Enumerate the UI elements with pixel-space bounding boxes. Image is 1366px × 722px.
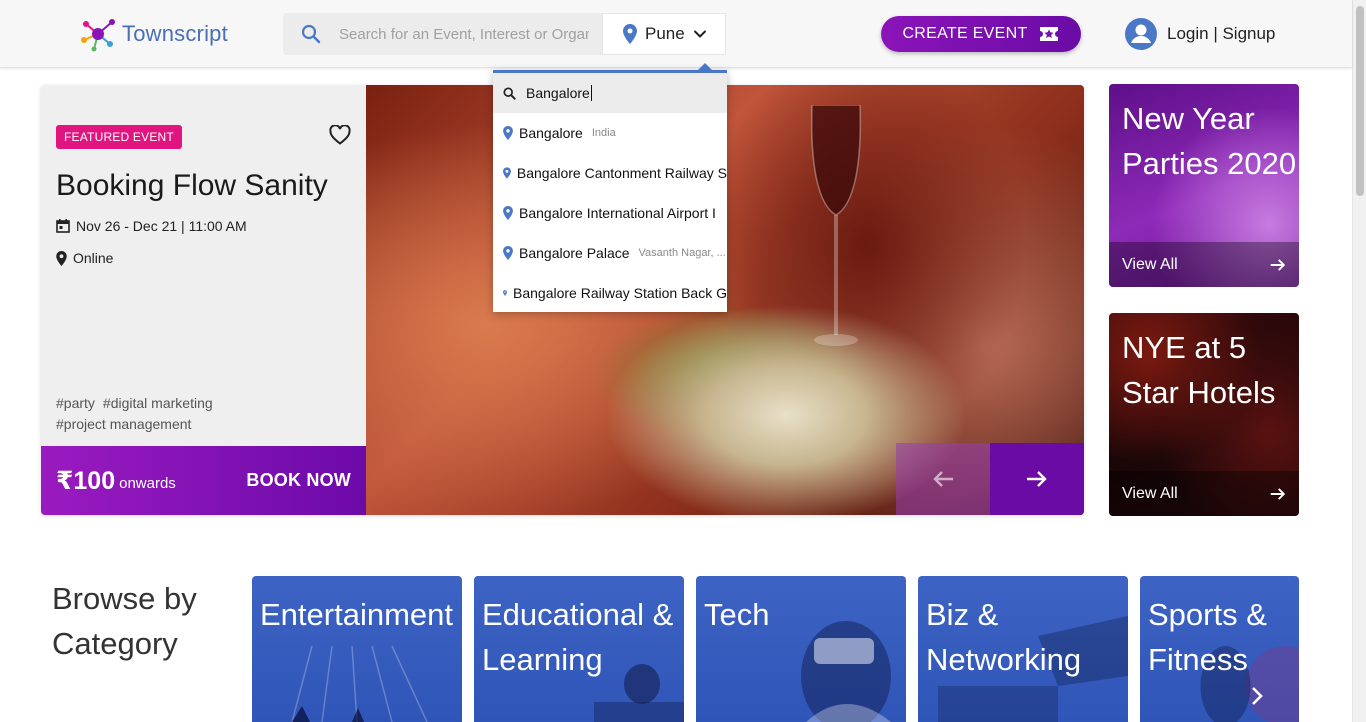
city-option-name: Bangalore Cantonment Railway S [516,165,727,181]
event-price: ₹100 [56,466,116,495]
featured-event-info: FEATURED EVENT Booking Flow Sanity Nov 2… [41,85,366,515]
login-signup-link[interactable]: Login | Signup [1125,18,1275,50]
scrollbar-thumb[interactable] [1356,6,1364,196]
city-option-name: Bangalore International Airport I [519,205,716,221]
search-icon [283,24,339,44]
logo-icon [81,19,115,52]
location-pin-icon [503,206,513,220]
carousel-next-button[interactable] [990,443,1084,515]
city-option-name: Bangalore Palace [519,245,630,261]
townscript-logo[interactable]: Townscript [80,16,228,52]
city-option[interactable]: Bangalore India [493,113,727,153]
view-all-label: View All [1122,484,1178,502]
carousel-prev-button[interactable] [896,443,990,515]
featured-badge: FEATURED EVENT [56,125,182,149]
event-tag[interactable]: #party [56,395,95,411]
calendar-icon [56,219,70,233]
city-select[interactable]: Pune [602,13,726,55]
book-now-button[interactable]: BOOK NOW [246,470,351,491]
event-tag[interactable]: #project management [56,416,191,432]
chevron-right-icon[interactable] [1250,686,1264,706]
city-search-input[interactable]: Bangalore [526,85,592,101]
category-label: Biz & Networking [926,597,1082,677]
event-location: Online [56,250,113,266]
category-sports-fitness[interactable]: Sports & Fitness [1140,576,1299,722]
event-date-text: Nov 26 - Dec 21 | 11:00 AM [76,218,247,234]
arrow-right-icon [1270,258,1286,271]
event-search-box [283,13,602,55]
promo-title: NYE at 5 Star Hotels [1122,330,1276,410]
promo-nye-hotels[interactable]: NYE at 5 Star Hotels View All [1109,313,1299,516]
city-option-sub: Vasanth Nagar, ... [638,247,726,259]
city-option[interactable]: Bangalore Palace Vasanth Nagar, ... [493,233,727,273]
arrow-right-icon [1270,487,1286,500]
city-option[interactable]: Bangalore International Airport I [493,193,727,233]
price-suffix: onwards [119,475,176,492]
category-label: Sports & Fitness [1148,597,1267,677]
location-pin-icon [503,126,513,140]
browse-title-text: Browse by Category [52,581,197,661]
view-all-label: View All [1122,255,1178,273]
heart-icon[interactable] [329,125,351,145]
location-pin-icon [503,167,511,179]
top-header: Townscript Pune CREATE EVENT Login | Sig… [0,0,1352,68]
city-option-name: Bangalore [519,125,583,141]
event-tags: #party #digital marketing #project manage… [56,393,346,435]
city-search-field[interactable]: Bangalore [493,73,727,113]
category-label: Tech [704,597,770,632]
category-biz-networking[interactable]: Biz & Networking [918,576,1128,722]
ticket-star-icon [1039,27,1058,41]
promo-view-all[interactable]: View All [1109,471,1299,516]
arrow-left-icon [933,471,953,487]
event-date: Nov 26 - Dec 21 | 11:00 AM [56,218,247,234]
event-location-text: Online [73,250,114,266]
chevron-down-icon [693,30,707,38]
city-option-sub: India [591,127,616,139]
city-option[interactable]: Bangalore Railway Station Back G [493,273,727,313]
login-signup-label: Login | Signup [1167,24,1276,43]
create-event-label: CREATE EVENT [902,25,1028,42]
promo-view-all[interactable]: View All [1109,242,1299,287]
promo-title: New Year Parties 2020 [1122,101,1297,181]
page-scrollbar[interactable] [1352,0,1366,722]
location-pin-icon [623,24,637,44]
dropdown-caret [698,63,712,70]
location-pin-icon [503,246,513,260]
event-title[interactable]: Booking Flow Sanity [56,169,328,203]
search-icon [503,86,516,100]
promo-new-year-parties[interactable]: New Year Parties 2020 View All [1109,84,1299,287]
category-label: Educational & Learning [482,597,674,677]
category-entertainment[interactable]: Entertainment [252,576,462,722]
location-pin-icon [56,250,67,266]
location-pin-icon [503,290,507,296]
selected-city: Pune [645,24,685,43]
arrow-right-icon [1027,471,1047,487]
event-search-input[interactable] [339,25,589,43]
wine-glass-graphic [810,105,862,346]
city-dropdown: Bangalore Bangalore India Bangalore Cant… [493,63,727,313]
event-tag[interactable]: #digital marketing [103,395,213,411]
category-educational[interactable]: Educational & Learning [474,576,684,722]
city-option[interactable]: Bangalore Cantonment Railway S [493,153,727,193]
user-avatar-icon [1125,18,1157,50]
category-tech[interactable]: Tech [696,576,906,722]
city-option-name: Bangalore Railway Station Back G [513,285,727,301]
book-now-bar[interactable]: ₹100 onwards BOOK NOW [41,446,366,515]
category-label: Entertainment [260,597,453,632]
browse-category-heading: Browse by Category [52,576,212,666]
create-event-button[interactable]: CREATE EVENT [881,16,1081,52]
logo-text: Townscript [122,21,228,46]
